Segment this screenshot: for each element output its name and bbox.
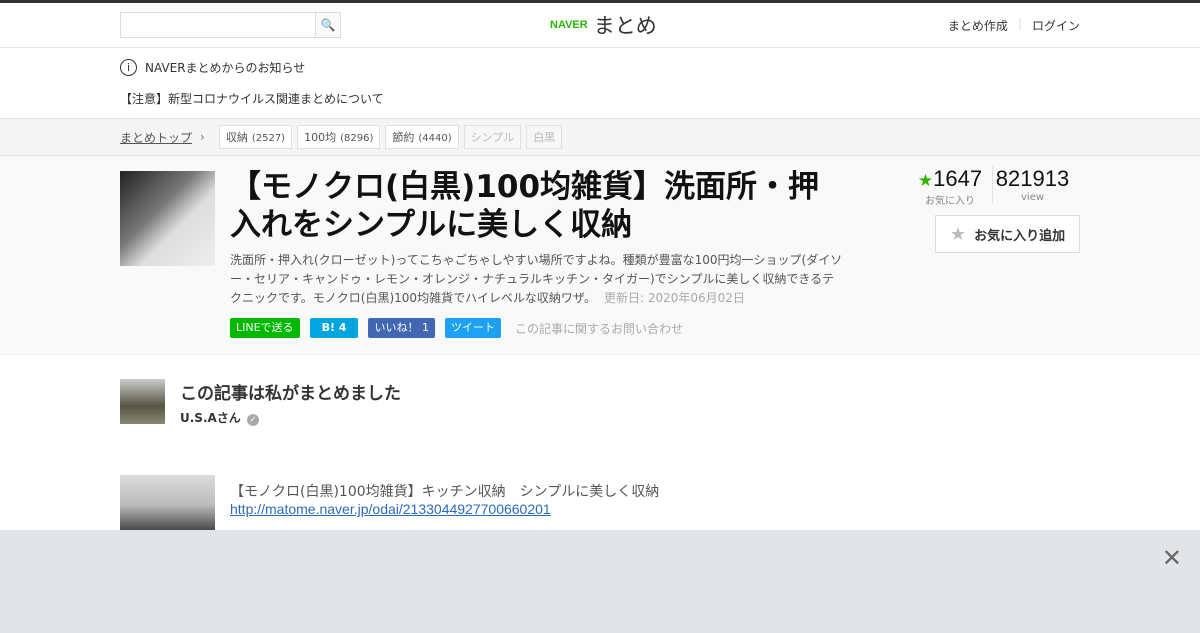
author-name[interactable]: U.S.Aさん <box>180 411 241 425</box>
share-bar: LINEで送る B! 4 いいね！ 1 ツイート この記事に関するお問い合わせ <box>230 318 683 338</box>
divider: | <box>1017 17 1022 31</box>
search-button[interactable]: 🔍 <box>315 12 341 38</box>
ad-banner: ✕ <box>0 530 1200 633</box>
line-share-button[interactable]: LINEで送る <box>230 318 300 338</box>
tag-setsuyaku[interactable]: 節約 (4440) <box>385 125 459 149</box>
related-title: 【モノクロ(白黒)100均雑貨】キッチン収納 シンプルに美しく収納 <box>230 484 660 500</box>
header: 🔍 NAVER まとめ まとめ作成 | ログイン <box>0 3 1200 48</box>
tag-simple[interactable]: シンプル <box>463 125 522 149</box>
star-icon: ★ <box>917 171 934 191</box>
avatar[interactable] <box>120 379 165 424</box>
add-favorite-button[interactable]: ★ お気に入り追加 <box>935 215 1080 253</box>
logo-matome: まとめ <box>593 14 657 38</box>
facebook-like-button[interactable]: いいね！ 1 <box>368 318 435 338</box>
logo-naver: NAVER <box>550 19 588 31</box>
tag-100kin[interactable]: 100均 (8296) <box>297 125 381 149</box>
logo[interactable]: NAVER まとめ <box>550 10 657 40</box>
notice: i NAVERまとめからのお知らせ 【注意】新型コロナウイルス関連まとめについて <box>0 48 1200 118</box>
tag-shuno[interactable]: 収納 (2527) <box>218 125 293 149</box>
verified-icon: ✓ <box>246 414 259 426</box>
related-link: 【モノクロ(白黒)100均雑貨】キッチン収納 シンプルに美しく収納 http:/… <box>120 475 1080 535</box>
page-title: 【モノクロ(白黒)100均雑貨】洗面所・押入れをシンプルに美しく収納 <box>230 169 820 243</box>
view-count: 821913 <box>995 166 1070 191</box>
login-link[interactable]: ログイン <box>1032 17 1080 34</box>
notice-title: NAVERまとめからのお知らせ <box>145 60 306 75</box>
inquiry-link[interactable]: この記事に関するお問い合わせ <box>515 320 683 337</box>
view-label: view <box>1020 192 1045 203</box>
article-header: 【モノクロ(白黒)100均雑貨】洗面所・押入れをシンプルに美しく収納 洗面所・押… <box>0 156 1200 355</box>
breadcrumb: まとめトップ › 収納 (2527) 100均 (8296) 節約 (4440) シンプ… <box>0 118 1200 156</box>
author-section: この記事は私がまとめました U.S.Aさん ✓ <box>120 355 1080 475</box>
tweet-button[interactable]: ツイート <box>444 318 501 338</box>
close-icon[interactable]: ✕ <box>1162 544 1182 572</box>
related-thumbnail[interactable] <box>120 475 215 535</box>
magnifier-icon: 🔍 <box>320 18 336 32</box>
hatena-bookmark-button[interactable]: B! 4 <box>309 318 359 338</box>
breadcrumb-top[interactable]: まとめトップ <box>120 129 192 146</box>
notice-link[interactable]: 【注意】新型コロナウイルス関連まとめについて <box>120 90 1080 107</box>
favorite-label: お気に入り <box>925 196 975 207</box>
updated-date: 更新日: 2020年06月02日 <box>604 291 745 305</box>
search-input[interactable] <box>120 12 315 38</box>
search-bar: 🔍 <box>120 12 341 38</box>
favorite-count: 1647 <box>933 166 983 191</box>
author-heading: この記事は私がまとめました <box>180 384 401 404</box>
article-thumbnail <box>120 171 215 266</box>
info-icon: i <box>120 58 137 76</box>
chevron-right-icon: › <box>200 130 205 144</box>
related-url[interactable]: http://matome.naver.jp/odai/213304492770… <box>230 501 551 517</box>
tag-shirokuro[interactable]: 白黒 <box>526 125 563 149</box>
star-icon: ★ <box>949 223 967 245</box>
article-description: 洗面所・押入れ(クローゼット)ってこちゃごちゃしやすい場所ですよね。種類が豊富な… <box>230 253 843 305</box>
create-link[interactable]: まとめ作成 <box>948 17 1008 34</box>
